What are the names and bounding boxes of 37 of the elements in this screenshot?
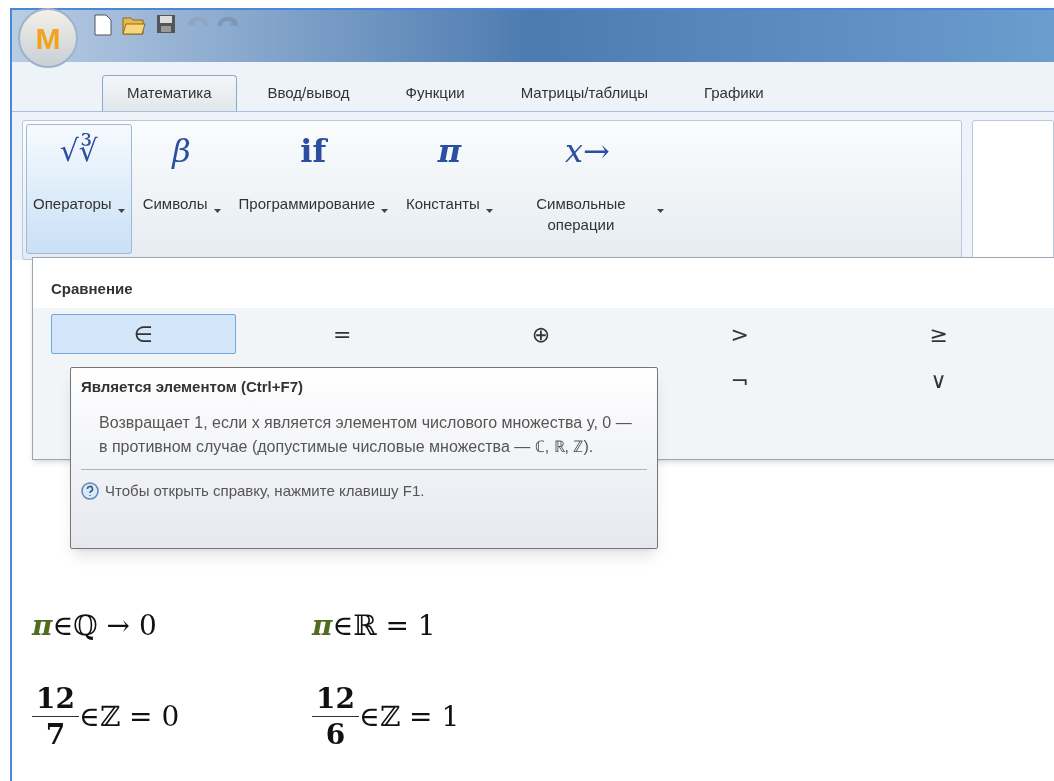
- ribbon-button[interactable]: √∛ Операторы: [26, 124, 132, 254]
- help-icon: [81, 481, 99, 500]
- tooltip-help-text: Чтобы открыть справку, нажмите клавишу F1.: [105, 480, 425, 501]
- operator-button[interactable]: ¬: [647, 360, 833, 400]
- ribbon-button[interactable]: π Константы: [399, 124, 500, 254]
- tooltip-title: Является элементом (Ctrl+F7): [81, 377, 304, 397]
- dropdown-caret-icon: [381, 209, 388, 213]
- ribbon-tab[interactable]: Функции: [380, 75, 490, 111]
- ribbon-button[interactable]: if Программирование: [231, 124, 395, 254]
- ribbon-tab[interactable]: Матрицы/таблицы: [495, 75, 673, 111]
- operator-button[interactable]: =: [249, 314, 435, 354]
- ribbon-button[interactable]: β Символы: [135, 124, 228, 254]
- ribbon-tab[interactable]: Математика: [102, 75, 237, 111]
- panel-title: Сравнение: [33, 258, 1054, 308]
- ribbon-symbol-icon: if: [300, 131, 327, 171]
- operator-button[interactable]: >: [647, 314, 833, 354]
- operator-button[interactable]: ∨: [846, 360, 1031, 400]
- ribbon-symbol-icon: x→: [564, 131, 610, 171]
- tooltip-description: Возвращает 1, если x является элементом числового множества y, 0 — в противном случае (допустимые числовые множества — ℂ, ℝ, ℤ).: [99, 412, 633, 457]
- math-expression: π∈ℝ = 1: [312, 608, 437, 644]
- save-icon[interactable]: [156, 14, 176, 34]
- dropdown-caret-icon: [656, 209, 664, 213]
- operator-button[interactable]: ≥: [846, 314, 1031, 354]
- dropdown-caret-icon: [117, 209, 125, 213]
- new-document-icon[interactable]: [94, 14, 112, 36]
- ribbon-tab[interactable]: Графики: [679, 75, 789, 111]
- ribbon-symbol-icon: √∛: [59, 131, 98, 171]
- ribbon-symbol-icon: β: [172, 131, 191, 171]
- ribbon-button[interactable]: x→ Символьные операции: [503, 124, 671, 254]
- ribbon-symbol-icon: π: [437, 131, 462, 171]
- math-expression: π∈ℚ → 0: [32, 608, 158, 644]
- open-folder-icon[interactable]: [122, 14, 146, 36]
- operator-button[interactable]: ⊕: [448, 314, 634, 354]
- dropdown-caret-icon: [485, 209, 493, 213]
- dropdown-caret-icon: [213, 209, 221, 213]
- operator-button[interactable]: ∈: [51, 314, 236, 354]
- ribbon-tab[interactable]: Ввод/вывод: [242, 75, 375, 111]
